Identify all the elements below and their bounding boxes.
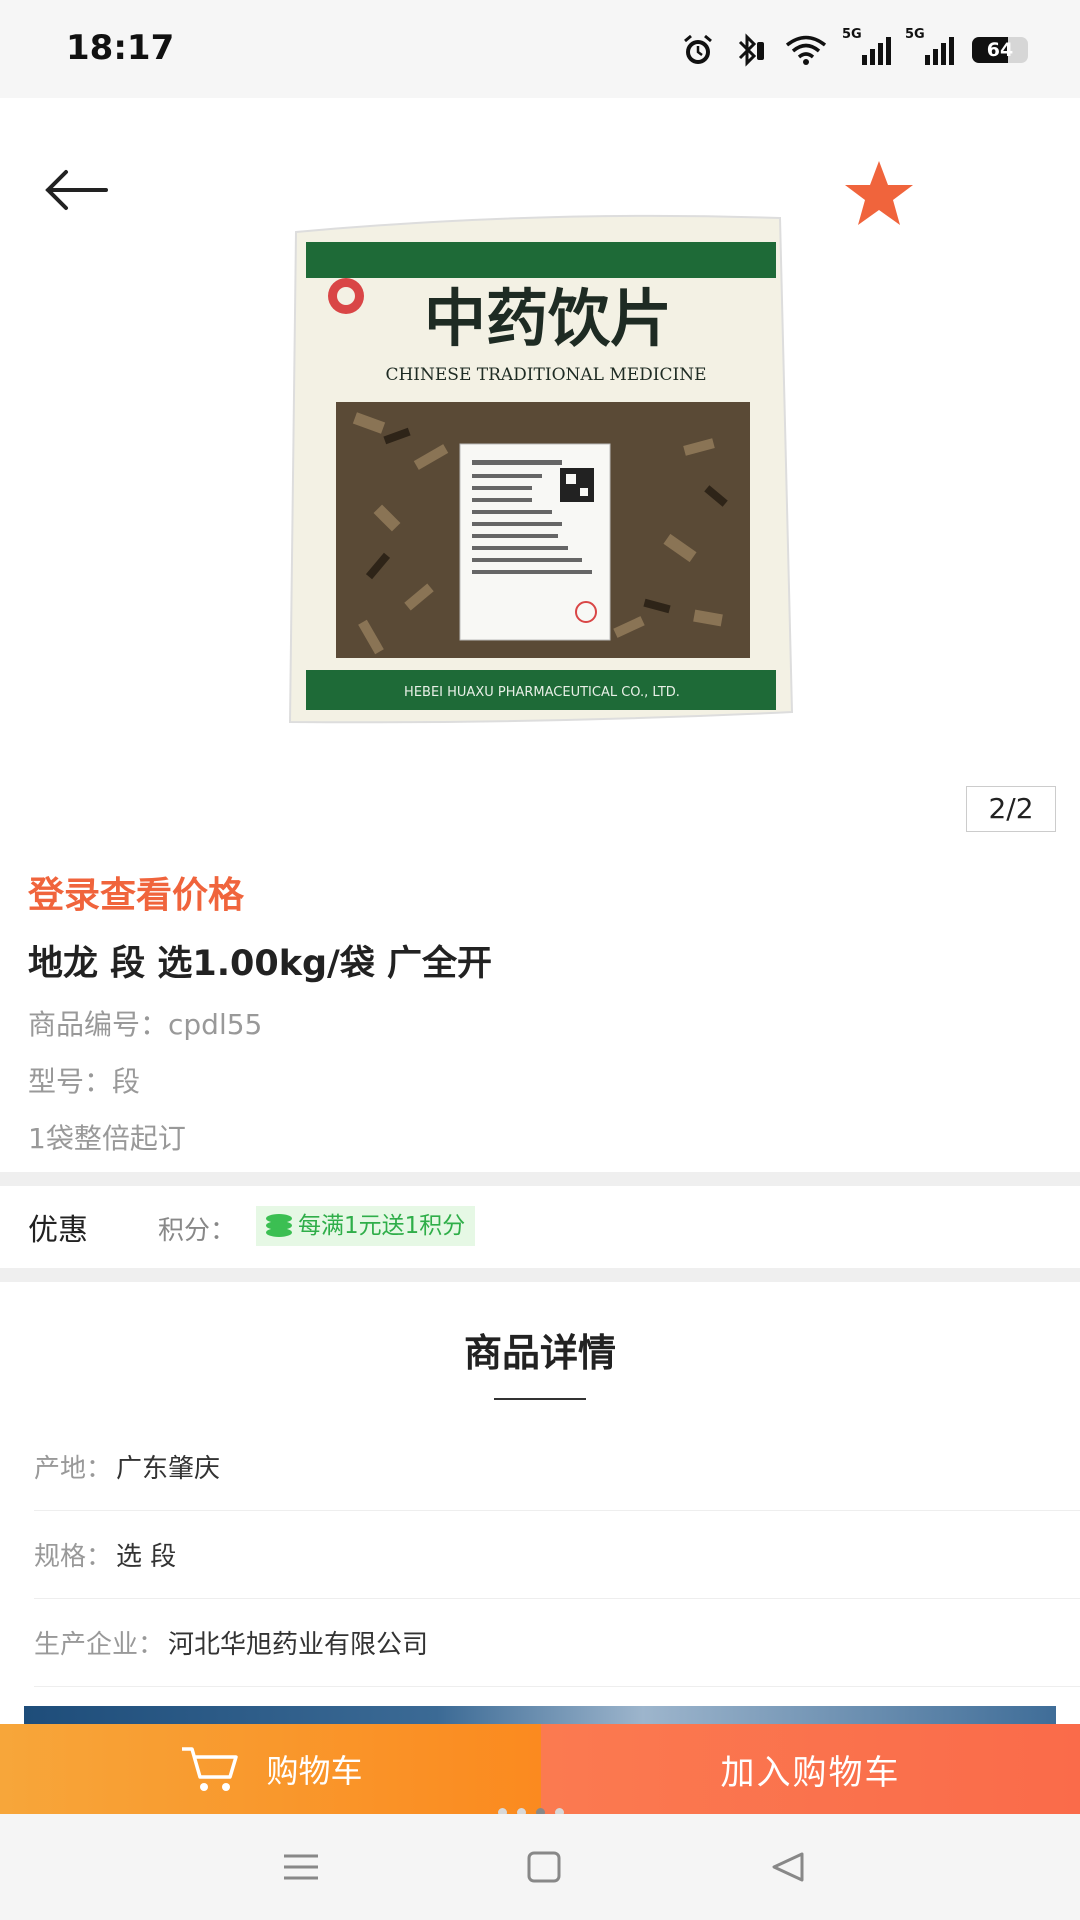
- spec-key: 产地：: [34, 1453, 113, 1484]
- battery-percent: 64: [986, 39, 1014, 61]
- spec-value: 选 段: [116, 1541, 177, 1572]
- factory-photo: [24, 1706, 1056, 1724]
- network-type-1: 5G: [842, 27, 862, 42]
- points-badge-text: 每满1元送1积分: [298, 1213, 466, 1239]
- cart-button[interactable]: 购物车: [0, 1724, 541, 1814]
- product-model: 型号：段: [28, 1065, 141, 1098]
- spec-row-origin: 产地： 广东肇庆: [34, 1422, 1080, 1511]
- min-order-note: 1袋整倍起订: [28, 1122, 186, 1155]
- spec-key: 生产企业：: [34, 1629, 165, 1660]
- spec-row-spec: 规格： 选 段: [34, 1510, 1080, 1599]
- network-type-2: 5G: [905, 27, 925, 42]
- cellular-signal-1-icon: 5G: [842, 27, 891, 65]
- star-icon[interactable]: [842, 158, 916, 228]
- cart-icon: [182, 1747, 239, 1791]
- alarm-icon: [684, 34, 712, 64]
- back-triangle-icon[interactable]: [770, 1850, 806, 1884]
- product-title: 地龙 段 选1.00kg/袋 广全开: [28, 944, 493, 984]
- promo-label: 优惠: [28, 1213, 88, 1248]
- carousel-page-indicator: 2/2: [966, 786, 1056, 832]
- wifi-icon: [785, 35, 827, 65]
- product-package-image: 中药饮片 CHINESE TRADITIONAL MEDICINE HEBEI …: [288, 214, 794, 724]
- spec-row-manufacturer: 生产企业： 河北华旭药业有限公司: [34, 1598, 1080, 1687]
- menu-icon[interactable]: [282, 1852, 320, 1882]
- package-subtitle: CHINESE TRADITIONAL MEDICINE: [385, 365, 706, 385]
- points-label: 积分：: [158, 1216, 237, 1246]
- add-to-cart-button[interactable]: 加入购物车: [541, 1724, 1080, 1814]
- spec-key: 规格：: [34, 1541, 113, 1572]
- cellular-signal-2-icon: 5G: [905, 27, 954, 65]
- spec-value: 广东肇庆: [116, 1453, 221, 1484]
- status-time: 18:17: [66, 28, 175, 68]
- details-title: 商品详情: [463, 1331, 616, 1375]
- cart-button-label: 购物车: [266, 1752, 363, 1790]
- login-to-view-price-link[interactable]: 登录查看价格: [28, 866, 244, 918]
- section-divider: [0, 1172, 1080, 1186]
- package-footer: HEBEI HUAXU PHARMACEUTICAL CO., LTD.: [404, 685, 680, 700]
- bluetooth-icon: [738, 33, 764, 67]
- spec-value: 河北华旭药业有限公司: [168, 1629, 429, 1660]
- status-icons: 5G 5G 64: [680, 27, 1028, 70]
- battery-icon: 64: [972, 37, 1028, 63]
- details-title-underline: [494, 1398, 586, 1400]
- coins-icon: [266, 1214, 292, 1238]
- points-badge: 每满1元送1积分: [256, 1206, 476, 1246]
- home-icon[interactable]: [526, 1850, 562, 1884]
- product-code: 商品编号：cpdl55: [28, 1008, 263, 1041]
- package-title: 中药饮片: [424, 282, 672, 355]
- arrow-left-icon[interactable]: [38, 160, 118, 220]
- section-divider: [0, 1268, 1080, 1282]
